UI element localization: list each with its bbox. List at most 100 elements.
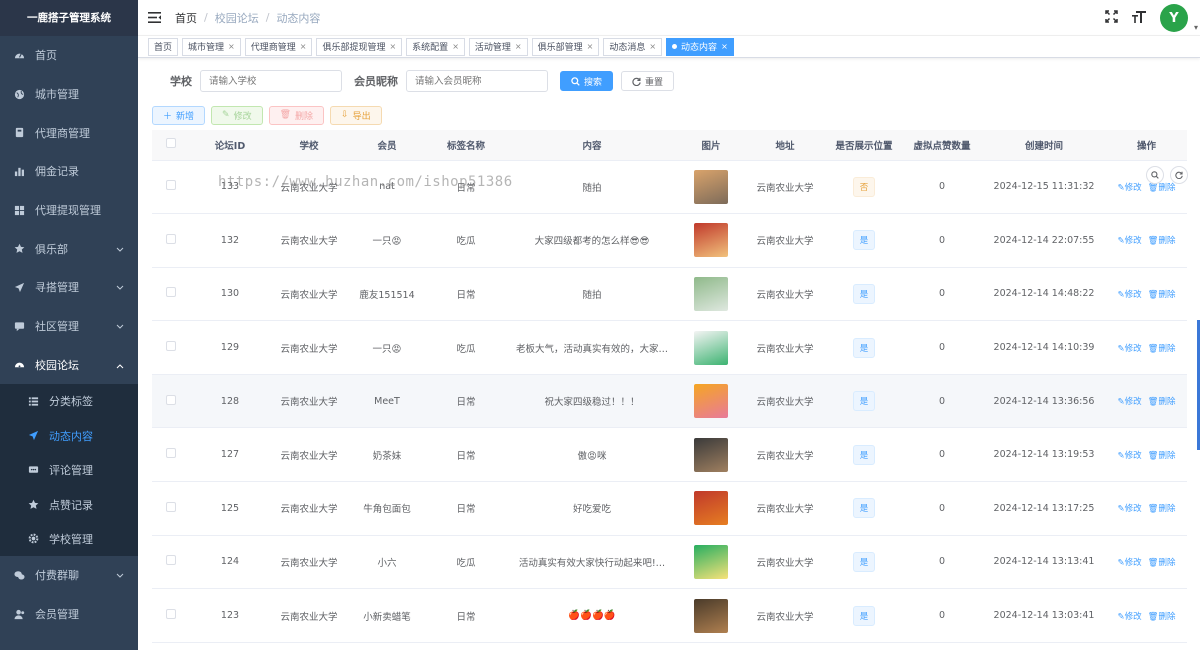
table-row[interactable]: 123 云南农业大学 小新卖蜡笔 日常 🍎🍎🍎🍎 云南农业大学是 0 2024-12-14 1… <box>152 588 1187 643</box>
post-thumbnail[interactable] <box>694 491 728 526</box>
nickname-input[interactable] <box>406 70 548 92</box>
close-icon[interactable]: × <box>228 42 235 51</box>
tab-2[interactable]: 代理商管理 × <box>244 37 313 56</box>
post-thumbnail[interactable] <box>694 598 728 633</box>
row-checkbox[interactable] <box>166 501 176 512</box>
table-row[interactable]: 127 云南农业大学 奶茶妹 日常 傲😡咪 云南农业大学是 0 2024-12-14 13:1… <box>152 427 1187 483</box>
sidebar-item-8[interactable]: 校园论坛 <box>0 346 138 385</box>
tab-4[interactable]: 系统配置 × <box>406 37 465 56</box>
close-icon[interactable]: × <box>649 42 656 51</box>
row-delete-link[interactable]: 🗑删除 <box>1148 612 1176 622</box>
agent-icon <box>12 126 26 140</box>
toggle-search-button[interactable] <box>1146 166 1164 184</box>
table-row[interactable]: 130 云南农业大学 鹿友151514 日常 随拍 云南农业大学是 0 2024-12-14 … <box>152 267 1187 322</box>
close-icon[interactable]: × <box>452 42 459 51</box>
row-checkbox[interactable] <box>166 448 176 459</box>
tab-6[interactable]: 俱乐部管理 × <box>531 37 600 56</box>
row-delete-link[interactable]: 🗑删除 <box>1148 236 1176 246</box>
row-delete-link[interactable]: 🗑删除 <box>1148 451 1176 461</box>
sidebar-sub-item-4[interactable]: 学校管理 <box>0 522 138 556</box>
sidebar-sub-item-0[interactable]: 分类标签 <box>0 384 138 418</box>
row-edit-link[interactable]: ✎修改 <box>1118 344 1142 354</box>
tab-7[interactable]: 动态消息 × <box>603 37 663 56</box>
select-all-checkbox[interactable] <box>166 138 176 149</box>
add-button[interactable]: ＋新增 <box>152 105 206 125</box>
post-thumbnail[interactable] <box>694 276 728 311</box>
post-thumbnail[interactable] <box>694 330 728 365</box>
sidebar-sub-item-1[interactable]: 动态内容 <box>0 419 138 453</box>
caret-down-icon[interactable]: ▾ <box>1194 23 1198 32</box>
delete-button[interactable]: 🗑 删除 <box>268 105 325 125</box>
row-edit-link[interactable]: ✎修改 <box>1118 236 1142 246</box>
sidebar-item-1[interactable]: 城市管理 <box>0 75 138 114</box>
row-checkbox[interactable] <box>166 394 176 405</box>
sidebar-sub-item-3[interactable]: 点赞记录 <box>0 487 138 521</box>
sidebar-item-0[interactable]: 首页 <box>0 36 138 75</box>
sidebar-item-7[interactable]: 社区管理 <box>0 307 138 346</box>
row-checkbox[interactable] <box>166 233 176 244</box>
close-icon[interactable]: × <box>300 42 307 51</box>
row-delete-link[interactable]: 🗑删除 <box>1148 183 1176 193</box>
row-edit-link[interactable]: ✎修改 <box>1118 397 1142 407</box>
sidebar-item-6[interactable]: 寻搭管理 <box>0 268 138 307</box>
row-checkbox[interactable] <box>166 180 176 191</box>
close-icon[interactable]: × <box>721 42 728 51</box>
table-row[interactable]: 133 云南农业大学 nat 日常 随拍 云南农业大学否 0 2024-12-15 11:31… <box>152 160 1187 215</box>
close-icon[interactable]: × <box>515 42 522 51</box>
breadcrumb-item-home[interactable]: 首页 <box>175 10 197 26</box>
row-checkbox[interactable] <box>166 341 176 352</box>
row-edit-link[interactable]: ✎修改 <box>1118 504 1142 514</box>
row-edit-link[interactable]: ✎修改 <box>1118 558 1142 568</box>
sidebar-bottom-item-1[interactable]: 会员管理 <box>0 595 138 634</box>
export-button[interactable]: ⇩ 导出 <box>330 105 382 125</box>
row-select-cell <box>152 535 190 590</box>
row-delete-link[interactable]: 🗑删除 <box>1148 504 1176 514</box>
post-thumbnail[interactable] <box>694 169 728 204</box>
reset-button-label: 重置 <box>645 77 664 88</box>
row-edit-link[interactable]: ✎修改 <box>1118 612 1142 622</box>
tab-3[interactable]: 俱乐部提现管理 × <box>316 37 403 56</box>
tab-1[interactable]: 城市管理 × <box>182 37 241 56</box>
row-delete-link[interactable]: 🗑删除 <box>1148 397 1176 407</box>
row-delete-link[interactable]: 🗑删除 <box>1148 344 1176 354</box>
search-button[interactable]: 搜索 <box>560 71 614 91</box>
user-avatar[interactable]: Y ▾ <box>1160 4 1198 32</box>
tab-0[interactable]: 首页 <box>148 37 179 56</box>
table-row[interactable]: 125 云南农业大学 牛角包面包 日常 好吃爱吃 云南农业大学是 0 2024-12-14 1… <box>152 481 1187 536</box>
post-thumbnail[interactable] <box>694 223 728 258</box>
row-checkbox[interactable] <box>166 287 176 298</box>
row-edit-link[interactable]: ✎修改 <box>1118 183 1142 193</box>
table-row[interactable]: 129 云南农业大学 一只😡 吃瓜 老板大气，活动真实有效的，大家… 云南农业大学是 0 20… <box>152 320 1187 375</box>
refresh-table-button[interactable] <box>1170 166 1188 184</box>
school-input[interactable] <box>200 70 342 92</box>
tab-label: 动态消息 <box>609 43 646 53</box>
sidebar-item-3[interactable]: 佣金记录 <box>0 152 138 191</box>
row-edit-link[interactable]: ✎修改 <box>1118 290 1142 300</box>
tab-5[interactable]: 活动管理 × <box>468 37 528 56</box>
row-checkbox[interactable] <box>166 555 176 566</box>
sidebar-item-4[interactable]: 代理提现管理 <box>0 191 138 230</box>
edit-button[interactable]: ✎ 修改 <box>211 105 263 125</box>
table-row[interactable]: 124 云南农业大学 小六 吃瓜 活动真实有效大家快行动起来吧!… 云南农业大学是 0 202… <box>152 535 1187 590</box>
row-edit-link[interactable]: ✎修改 <box>1118 451 1142 461</box>
row-delete-link[interactable]: 🗑删除 <box>1148 558 1176 568</box>
sidebar-item-2[interactable]: 代理商管理 <box>0 113 138 152</box>
hamburger-icon[interactable] <box>148 12 161 23</box>
cell-address: 云南农业大学 <box>744 374 826 429</box>
sidebar-sub-item-2[interactable]: 评论管理 <box>0 453 138 487</box>
table-row[interactable]: 128 云南农业大学 MeeT 日常 祝大家四级稳过！！！ 云南农业大学是 0 2024-12… <box>152 374 1187 429</box>
sidebar-item-5[interactable]: 俱乐部 <box>0 229 138 268</box>
row-checkbox[interactable] <box>166 609 176 620</box>
post-thumbnail[interactable] <box>694 437 728 472</box>
row-delete-link[interactable]: 🗑删除 <box>1148 290 1176 300</box>
sidebar-bottom-item-0[interactable]: 付费群聊 <box>0 556 138 595</box>
post-thumbnail[interactable] <box>694 384 728 419</box>
close-icon[interactable]: × <box>389 42 396 51</box>
table-row[interactable]: 132 云南农业大学 一只😡 吃瓜 大家四级都考的怎么样😎😎 云南农业大学是 0 2024-1… <box>152 213 1187 268</box>
fullscreen-icon[interactable] <box>1105 10 1118 26</box>
reset-button[interactable]: 重置 <box>621 71 675 91</box>
font-size-icon[interactable] <box>1132 10 1146 26</box>
tab-8[interactable]: 动态内容 × <box>666 37 734 56</box>
post-thumbnail[interactable] <box>694 544 728 579</box>
close-icon[interactable]: × <box>587 42 594 51</box>
